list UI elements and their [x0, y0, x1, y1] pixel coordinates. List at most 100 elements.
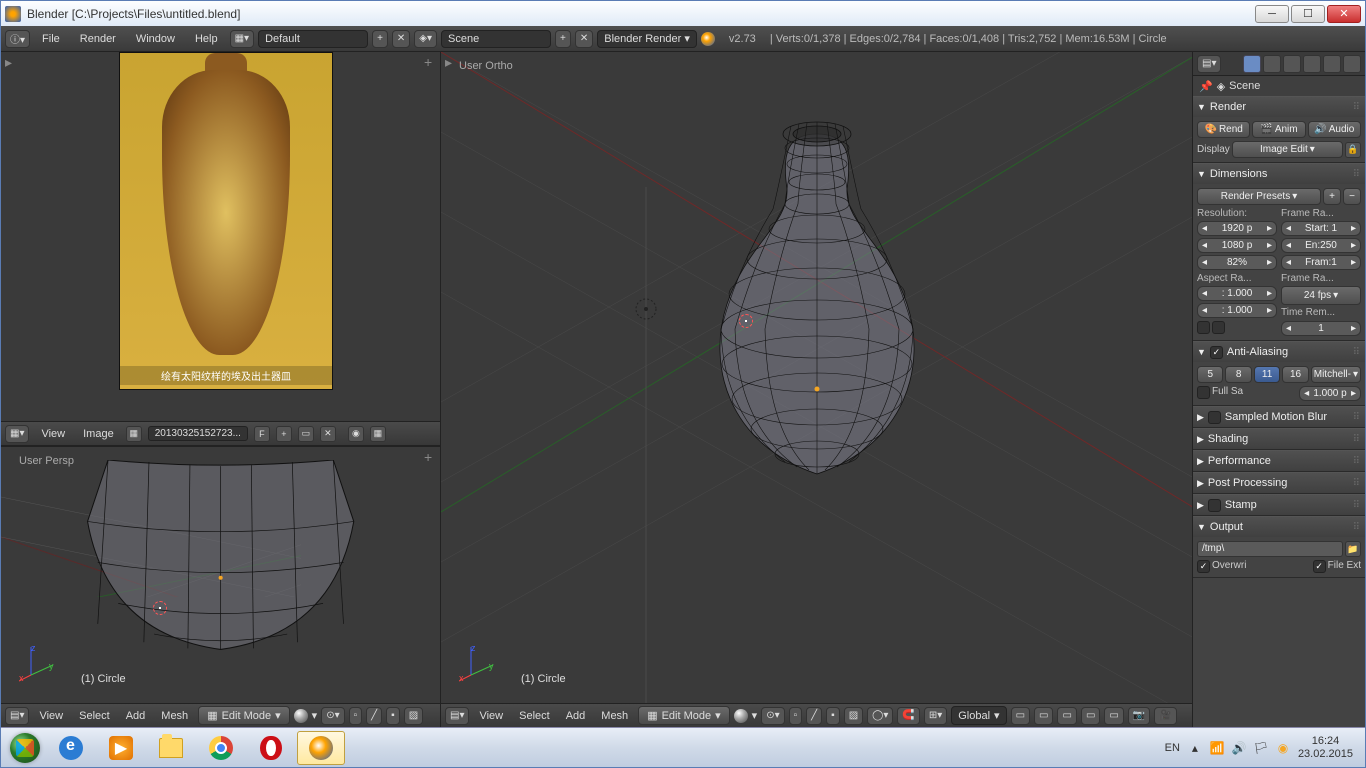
menu-select-3d[interactable]: Select	[73, 708, 116, 724]
editor-type-3d-icon[interactable]: ▤▾	[5, 707, 29, 725]
audio-button[interactable]: 🔊Audio	[1308, 121, 1361, 138]
limit-selection-icon[interactable]: ▨	[844, 707, 863, 725]
crop-checkbox[interactable]	[1212, 321, 1225, 334]
menu-help[interactable]: Help	[187, 30, 226, 48]
shading-mode-icon[interactable]	[294, 709, 308, 723]
task-chrome[interactable]	[197, 731, 245, 765]
anim-button[interactable]: 🎬Anim	[1252, 121, 1305, 138]
aa-11-button[interactable]: 11	[1254, 366, 1280, 383]
clock[interactable]: 16:24 23.02.2015	[1298, 735, 1353, 759]
overwrite-checkbox[interactable]	[1197, 560, 1210, 573]
preset-add-button[interactable]: +	[1323, 188, 1341, 205]
panel-shading-head[interactable]: ▶Shading⠿	[1193, 429, 1365, 449]
panel-stamp-head[interactable]: ▶Stamp⠿	[1193, 495, 1365, 515]
tray-app-icon[interactable]: ◉	[1276, 741, 1290, 755]
antialias-checkbox[interactable]	[1210, 346, 1223, 359]
layer-button[interactable]: ▭	[1011, 707, 1030, 725]
menu-view-3d[interactable]: View	[473, 708, 509, 724]
scene-remove-button[interactable]: ✕	[575, 30, 593, 48]
shading-dropdown-icon[interactable]: ▾	[312, 709, 318, 722]
layer-button[interactable]: ▭	[1081, 707, 1100, 725]
mode-select[interactable]: ▦Edit Mode▾	[638, 706, 729, 725]
fileext-checkbox[interactable]	[1313, 560, 1326, 573]
3d-view-persp[interactable]: User Persp +	[1, 446, 440, 703]
tab-scene[interactable]	[1283, 55, 1301, 73]
uv-select-button[interactable]: ▦	[370, 426, 386, 442]
panel-output-head[interactable]: ▼Output⠿	[1193, 517, 1365, 537]
filter-size-field[interactable]: ◂1.000 p▸	[1299, 386, 1361, 401]
editor-type-image-icon[interactable]: ▦▾	[5, 425, 29, 443]
panel-motion-blur-head[interactable]: ▶Sampled Motion Blur⠿	[1193, 407, 1365, 427]
resolution-y-field[interactable]: ◂1080 p▸	[1197, 238, 1277, 253]
task-media-player[interactable]: ▶	[97, 731, 145, 765]
plus-icon[interactable]: +	[424, 56, 436, 68]
edge-select-icon[interactable]: ╱	[366, 707, 382, 725]
screen-layout-select[interactable]: Default	[258, 30, 368, 48]
image-unlink-button[interactable]: ✕	[320, 426, 336, 442]
aa-16-button[interactable]: 16	[1282, 366, 1308, 383]
layer-button[interactable]: ▭	[1104, 707, 1123, 725]
expand-icon[interactable]: ▸	[445, 56, 457, 68]
img-menu-view[interactable]: View	[35, 426, 71, 442]
stamp-checkbox[interactable]	[1208, 499, 1221, 512]
face-select-icon[interactable]: ▪	[386, 707, 400, 725]
editor-type-props-icon[interactable]: ▤▾	[1197, 55, 1221, 73]
3d-view-ortho[interactable]: User Ortho ▸	[441, 52, 1192, 703]
time-old-field[interactable]: ◂1▸	[1281, 321, 1361, 336]
scene-browse-icon[interactable]: ◈▾	[414, 30, 437, 48]
snap-icon[interactable]: 🧲	[897, 707, 919, 725]
panel-antialias-head[interactable]: ▼Anti-Aliasing⠿	[1193, 342, 1365, 362]
menu-add-3d[interactable]: Add	[120, 708, 152, 724]
pin-icon[interactable]: 📌	[1199, 80, 1213, 93]
image-name-field[interactable]: 20130325152723...	[148, 426, 248, 441]
frame-start-field[interactable]: ◂Start: 1▸	[1281, 221, 1361, 236]
pivot-icon[interactable]: ⊙▾	[761, 707, 784, 725]
aa-filter-select[interactable]: Mitchell-▾	[1311, 366, 1361, 383]
plus-icon[interactable]: +	[424, 451, 436, 463]
task-ie[interactable]	[47, 731, 95, 765]
tab-render-layers[interactable]	[1263, 55, 1281, 73]
tray-show-hidden-icon[interactable]: ▴	[1188, 741, 1202, 755]
shading-dropdown-icon[interactable]: ▾	[752, 709, 758, 722]
expand-icon[interactable]: ▸	[5, 56, 17, 68]
transform-orientation[interactable]: Global▾	[951, 706, 1006, 725]
limit-selection-icon[interactable]: ▨	[404, 707, 423, 725]
menu-view-3d[interactable]: View	[33, 708, 69, 724]
output-path-field[interactable]: /tmp\	[1197, 541, 1343, 557]
border-checkbox[interactable]	[1197, 321, 1210, 334]
img-menu-image[interactable]: Image	[77, 426, 120, 442]
lock-camera-icon[interactable]: 🎥	[1154, 707, 1176, 725]
full-sample-checkbox[interactable]	[1197, 386, 1210, 399]
minimize-button[interactable]: ─	[1255, 5, 1289, 23]
mode-select[interactable]: ▦Edit Mode▾	[198, 706, 289, 725]
fps-select[interactable]: 24 fps▾	[1281, 286, 1361, 305]
task-blender[interactable]	[297, 731, 345, 765]
uv-image-editor[interactable]: ▸ + 绘有太阳纹样的埃及出土器皿 ▦▾ View Image ▦ 201303…	[1, 52, 440, 446]
screen-remove-button[interactable]: ✕	[392, 30, 410, 48]
tray-action-center-icon[interactable]: 🏳	[1254, 741, 1268, 755]
tray-network-icon[interactable]: 📶	[1210, 741, 1224, 755]
menu-mesh-3d[interactable]: Mesh	[595, 708, 634, 724]
image-add-button[interactable]: +	[276, 426, 292, 442]
edge-select-icon[interactable]: ╱	[806, 707, 822, 725]
vertex-select-icon[interactable]: ▫	[349, 707, 363, 725]
menu-select-3d[interactable]: Select	[513, 708, 556, 724]
resolution-x-field[interactable]: ◂1920 p▸	[1197, 221, 1277, 236]
menu-window[interactable]: Window	[128, 30, 183, 48]
tray-volume-icon[interactable]: 🔊	[1232, 741, 1246, 755]
face-select-icon[interactable]: ▪	[826, 707, 840, 725]
pivot-icon[interactable]: ⊙▾	[321, 707, 344, 725]
frame-end-field[interactable]: ◂En:250▸	[1281, 238, 1361, 253]
output-browse-button[interactable]: 📁	[1345, 541, 1361, 557]
menu-add-3d[interactable]: Add	[560, 708, 592, 724]
shading-mode-icon[interactable]	[734, 709, 748, 723]
preset-remove-button[interactable]: −	[1343, 188, 1361, 205]
render-view-icon[interactable]: 📷	[1128, 707, 1150, 725]
aspect-y-field[interactable]: ◂: 1.000▸	[1197, 303, 1277, 318]
menu-render[interactable]: Render	[72, 30, 124, 48]
render-engine-select[interactable]: Blender Render ▾	[597, 30, 697, 48]
menu-file[interactable]: File	[34, 30, 68, 48]
tab-render[interactable]	[1243, 55, 1261, 73]
aa-5-button[interactable]: 5	[1197, 366, 1223, 383]
panel-render-head[interactable]: ▼Render⠿	[1193, 97, 1365, 117]
